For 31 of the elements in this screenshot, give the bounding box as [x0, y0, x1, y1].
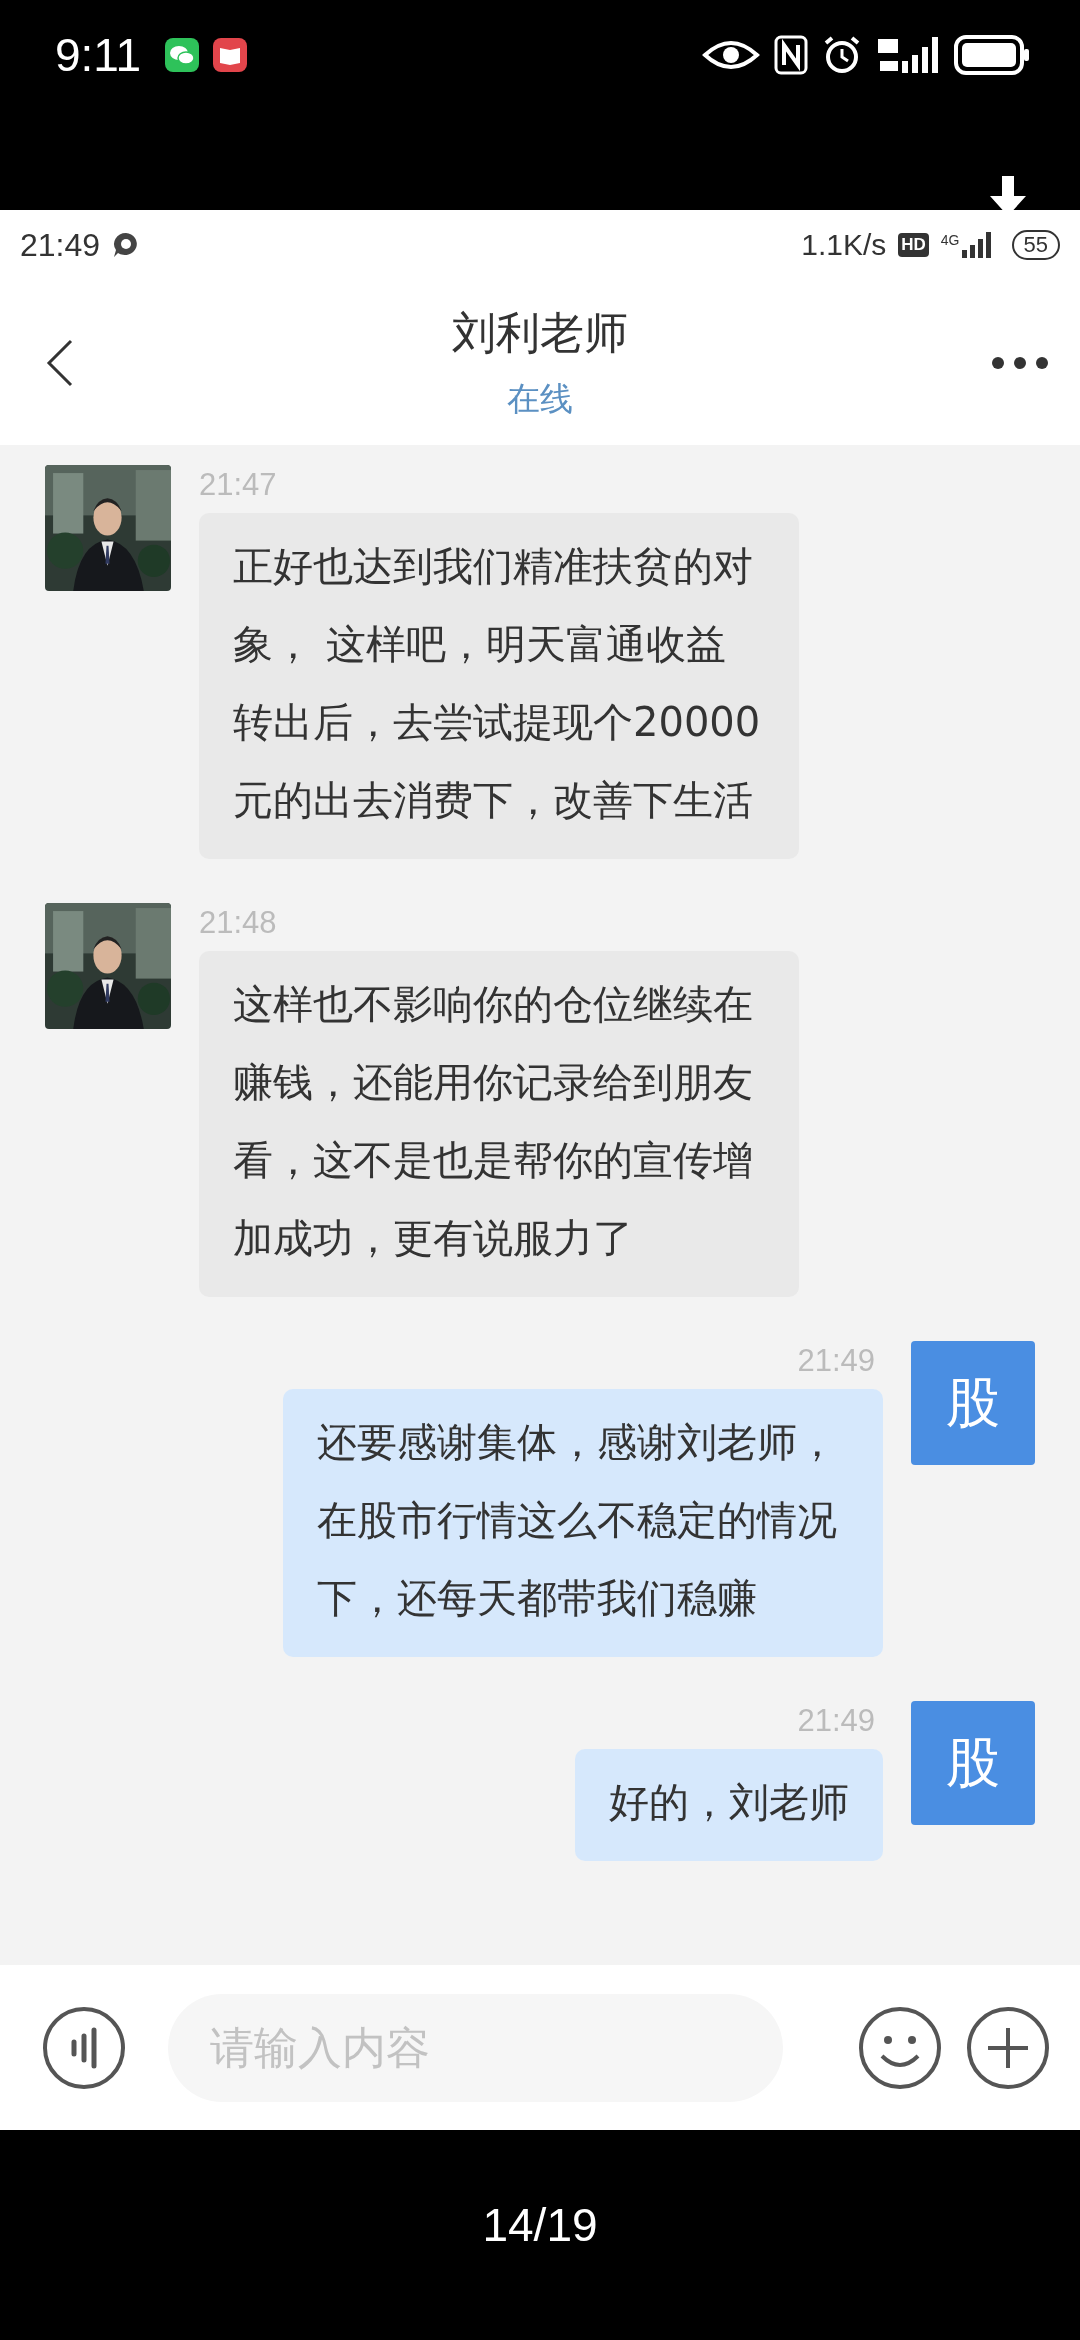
- network-speed: 1.1K/s: [801, 228, 887, 262]
- user-avatar[interactable]: 股: [911, 1701, 1035, 1825]
- message-bubble: 好的，刘老师: [575, 1749, 883, 1861]
- battery-level: 55: [1011, 230, 1060, 260]
- message-bubble: 还要感谢集体，感谢刘老师，在股市行情这么不稳定的情况下，还每天都带我们稳赚: [283, 1389, 883, 1657]
- page-counter: 14/19: [482, 2198, 598, 2252]
- contact-name: 刘利老师: [452, 305, 628, 360]
- status-time: 21:49: [20, 226, 101, 264]
- clock: 9:11: [55, 28, 142, 82]
- signal-icon: [876, 35, 940, 75]
- user-avatar[interactable]: 股: [911, 1341, 1035, 1465]
- voice-icon[interactable]: [42, 2005, 126, 2090]
- hd-badge: HD: [898, 233, 929, 257]
- signal-icon: [961, 232, 994, 258]
- more-icon[interactable]: [992, 356, 1048, 369]
- nfc-icon: [774, 35, 808, 75]
- battery-icon: [954, 35, 1030, 75]
- plus-icon[interactable]: [966, 2005, 1050, 2090]
- message-time: 21:49: [797, 1342, 876, 1379]
- network-type: 4G: [940, 232, 960, 248]
- message-time: 21:47: [199, 466, 278, 503]
- chat-app-icon: [165, 38, 200, 72]
- emoji-icon[interactable]: [858, 2005, 942, 2090]
- online-status: 在线: [507, 377, 573, 420]
- message-time: 21:49: [797, 1702, 876, 1739]
- message-time: 21:48: [199, 904, 278, 941]
- book-app-icon: [213, 38, 248, 72]
- back-icon[interactable]: [45, 337, 75, 388]
- message-bubble: 这样也不影响你的仓位继续在赚钱，还能用你记录给到朋友看，这不是也是帮你的宣传增加成功，更有说服力了: [199, 951, 799, 1297]
- message-bubble: 正好也达到我们精准扶贫的对象， 这样吧，明天富通收益转出后，去尝试提现个20000元的出去消费下，改善下生活: [199, 513, 799, 859]
- alarm-icon: [822, 35, 862, 75]
